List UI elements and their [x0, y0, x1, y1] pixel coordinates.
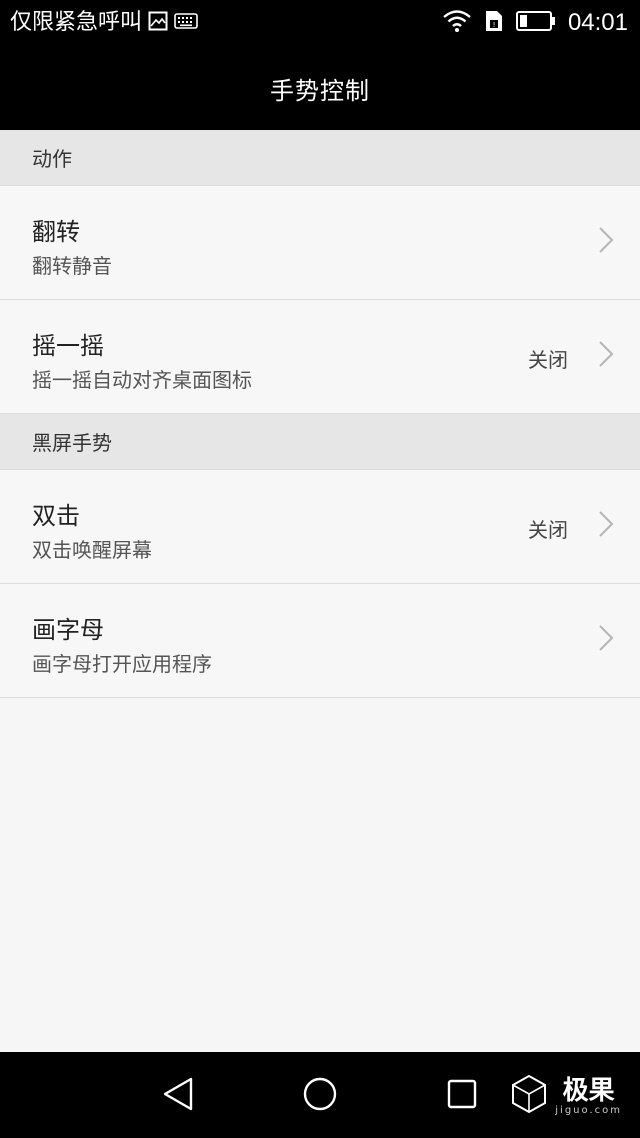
setting-row-shake[interactable]: 摇一摇 摇一摇自动对齐桌面图标 关闭 — [0, 300, 640, 414]
title-bar: 手势控制 — [0, 46, 640, 130]
watermark-text-group: 极果 jiguo.com — [555, 1077, 622, 1116]
setting-title: 摇一摇 — [32, 332, 104, 360]
watermark: 极果 jiguo.com — [509, 1074, 622, 1118]
setting-subtitle: 摇一摇自动对齐桌面图标 — [32, 368, 252, 392]
setting-subtitle: 翻转静音 — [32, 254, 112, 278]
status-bar: 仅限紧急呼叫 ! 04:01 — [0, 0, 640, 46]
watermark-text: 极果 — [562, 1075, 615, 1106]
screen: 仅限紧急呼叫 ! 04:01 手势控制 动作 翻转 翻转静音 摇一摇 摇一摇自动… — [0, 0, 640, 1138]
back-icon — [161, 1076, 195, 1116]
back-button[interactable] — [158, 1076, 198, 1116]
section-title: 动作 — [32, 147, 72, 171]
setting-row-flip[interactable]: 翻转 翻转静音 — [0, 186, 640, 300]
setting-row-draw-letter[interactable]: 画字母 画字母打开应用程序 — [0, 584, 640, 698]
recent-apps-button[interactable] — [442, 1076, 482, 1116]
sim-icon: ! — [484, 9, 504, 37]
home-button[interactable] — [300, 1076, 340, 1116]
keyboard-icon — [174, 13, 198, 33]
status-left: 仅限紧急呼叫 — [10, 8, 198, 38]
watermark-logo-icon — [509, 1074, 549, 1118]
section-header-actions: 动作 — [0, 130, 640, 186]
clock: 04:01 — [567, 9, 628, 36]
setting-row-double-tap[interactable]: 双击 双击唤醒屏幕 关闭 — [0, 470, 640, 584]
setting-title: 画字母 — [32, 616, 104, 644]
page-title: 手势控制 — [270, 76, 370, 105]
navigation-bar: 极果 jiguo.com — [0, 1052, 640, 1138]
section-header-screen-off-gestures: 黑屏手势 — [0, 414, 640, 470]
setting-title: 双击 — [32, 502, 80, 530]
watermark-sub: jiguo.com — [555, 1104, 622, 1116]
section-title: 黑屏手势 — [32, 431, 112, 455]
setting-title: 翻转 — [32, 218, 80, 246]
svg-text:!: ! — [493, 21, 496, 29]
home-icon — [302, 1076, 338, 1116]
settings-list: 动作 翻转 翻转静音 摇一摇 摇一摇自动对齐桌面图标 关闭 黑屏手势 双击 双击… — [0, 130, 640, 698]
status-right: ! 04:01 — [442, 8, 628, 38]
battery-icon — [515, 10, 556, 36]
chevron-right-icon — [598, 226, 614, 254]
image-icon — [148, 11, 168, 35]
chevron-right-icon — [598, 624, 614, 652]
chevron-right-icon — [598, 510, 614, 538]
setting-subtitle: 双击唤醒屏幕 — [32, 538, 152, 562]
chevron-right-icon — [598, 340, 614, 368]
recent-apps-icon — [446, 1078, 478, 1114]
setting-subtitle: 画字母打开应用程序 — [32, 652, 212, 676]
carrier-text: 仅限紧急呼叫 — [10, 10, 143, 35]
setting-value: 关闭 — [528, 348, 568, 372]
wifi-icon — [442, 9, 472, 37]
setting-value: 关闭 — [528, 518, 568, 542]
